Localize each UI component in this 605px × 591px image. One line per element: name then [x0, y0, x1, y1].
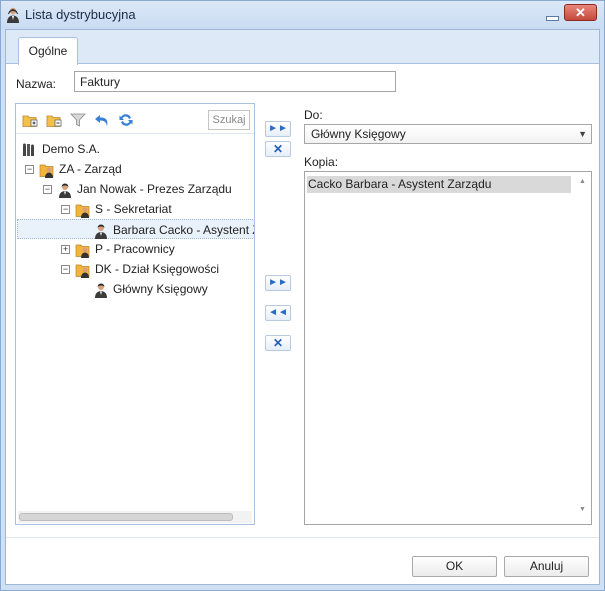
clear-recipient-button[interactable]: ✕	[265, 141, 291, 157]
horizontal-scrollbar[interactable]	[18, 511, 252, 523]
ok-button[interactable]: OK	[412, 556, 497, 577]
cancel-button[interactable]: Anuluj	[504, 556, 589, 577]
tree-node-label: S - Sekretariat	[95, 202, 172, 216]
tab-bar: Ogólne	[6, 30, 599, 65]
remove-icon: ✕	[272, 336, 284, 350]
tree-node-pracownicy[interactable]: + P - Pracownicy	[61, 239, 175, 259]
collapse-toggle[interactable]: −	[25, 165, 34, 175]
undo-icon[interactable]	[94, 112, 110, 128]
expand-all-icon[interactable]	[22, 112, 38, 128]
tree-node-glowny-ksiegowy[interactable]: Główny Księgowy	[93, 279, 208, 299]
department-icon	[75, 204, 90, 218]
dialog-content: Ogólne Nazwa: Faktury Szukaj Demo S.A. −…	[5, 29, 600, 585]
expand-toggle[interactable]: +	[61, 245, 70, 255]
department-icon	[39, 164, 54, 178]
collapse-toggle[interactable]: −	[61, 265, 70, 275]
do-label: Do:	[304, 108, 323, 122]
tree-node-label: ZA - Zarząd	[59, 162, 122, 176]
dialog-window: Lista dystrybucyjna ✕ Ogólne Nazwa: Fakt…	[0, 0, 605, 591]
tree-toolbar: Szukaj	[16, 104, 254, 134]
close-button[interactable]: ✕	[564, 4, 597, 21]
footer-divider	[6, 537, 599, 538]
search-button[interactable]: Szukaj	[208, 110, 250, 130]
company-icon	[23, 143, 34, 156]
person-icon	[95, 224, 107, 239]
tree-node-label: Jan Nowak - Prezes Zarządu	[77, 182, 232, 196]
tree-node-za[interactable]: − ZA - Zarząd	[25, 159, 122, 179]
add-to-recipient-button[interactable]: ►►	[265, 121, 291, 137]
person-icon	[59, 183, 71, 198]
department-icon	[75, 264, 90, 278]
tree-node-label: Główny Księgowy	[113, 282, 208, 296]
tree-node-demo[interactable]: Demo S.A.	[22, 139, 100, 159]
scrollbar-thumb[interactable]	[19, 513, 233, 521]
vertical-scrollbar[interactable]: ▲ ▼	[575, 172, 591, 524]
tree-node-label: Demo S.A.	[42, 142, 101, 156]
kopia-list[interactable]: Cacko Barbara - Asystent Zarządu ▲ ▼	[304, 171, 592, 525]
remove-copy-button[interactable]: ✕	[265, 335, 291, 351]
minimize-button[interactable]	[544, 8, 560, 22]
tree-node-label: DK - Dział Księgowości	[95, 262, 220, 276]
tab-general[interactable]: Ogólne	[18, 37, 78, 65]
window-title: Lista dystrybucyjna	[25, 7, 136, 22]
tree-node-label: P - Pracownicy	[95, 242, 175, 256]
remove-all-copy-button[interactable]: ◄◄	[265, 305, 291, 321]
double-arrow-right-icon: ►►	[268, 277, 288, 288]
name-label: Nazwa:	[16, 77, 57, 91]
tree-node-dzial-ksiegowosci[interactable]: − DK - Dział Księgowości	[61, 259, 219, 279]
dropdown-arrow-icon[interactable]: ▼	[578, 125, 587, 143]
tree-node-jan-nowak[interactable]: − Jan Nowak - Prezes Zarządu	[43, 179, 232, 199]
double-arrow-left-icon: ◄◄	[268, 307, 288, 318]
name-input[interactable]	[74, 71, 396, 92]
remove-icon: ✕	[272, 142, 284, 156]
list-item[interactable]: Cacko Barbara - Asystent Zarządu	[307, 176, 571, 193]
add-to-copy-button[interactable]: ►►	[265, 275, 291, 291]
do-select-value: Główny Księgowy	[311, 127, 406, 141]
filter-icon[interactable]	[70, 112, 86, 128]
user-icon	[7, 7, 19, 23]
scroll-down-icon[interactable]: ▼	[579, 506, 586, 513]
scroll-up-icon[interactable]: ▲	[579, 178, 586, 185]
collapse-toggle[interactable]: −	[61, 205, 70, 215]
collapse-all-icon[interactable]	[46, 112, 62, 128]
person-icon	[95, 283, 107, 298]
department-icon	[75, 244, 90, 258]
tree-node-sekretariat[interactable]: − S - Sekretariat	[61, 199, 172, 219]
refresh-icon[interactable]	[118, 112, 134, 128]
tree-node-label: Barbara Cacko - Asystent Zarządu	[113, 223, 254, 237]
collapse-toggle[interactable]: −	[43, 185, 52, 195]
tree-node-barbara-cacko[interactable]: Barbara Cacko - Asystent Zarządu	[17, 219, 254, 239]
do-select[interactable]: Główny Księgowy ▼	[304, 124, 592, 144]
close-icon: ✕	[575, 5, 586, 20]
org-tree-panel: Szukaj Demo S.A. − ZA - Zarząd − Jan Now…	[15, 103, 255, 525]
double-arrow-right-icon: ►►	[268, 123, 288, 134]
kopia-label: Kopia:	[304, 155, 339, 169]
title-bar: Lista dystrybucyjna ✕	[1, 1, 604, 29]
